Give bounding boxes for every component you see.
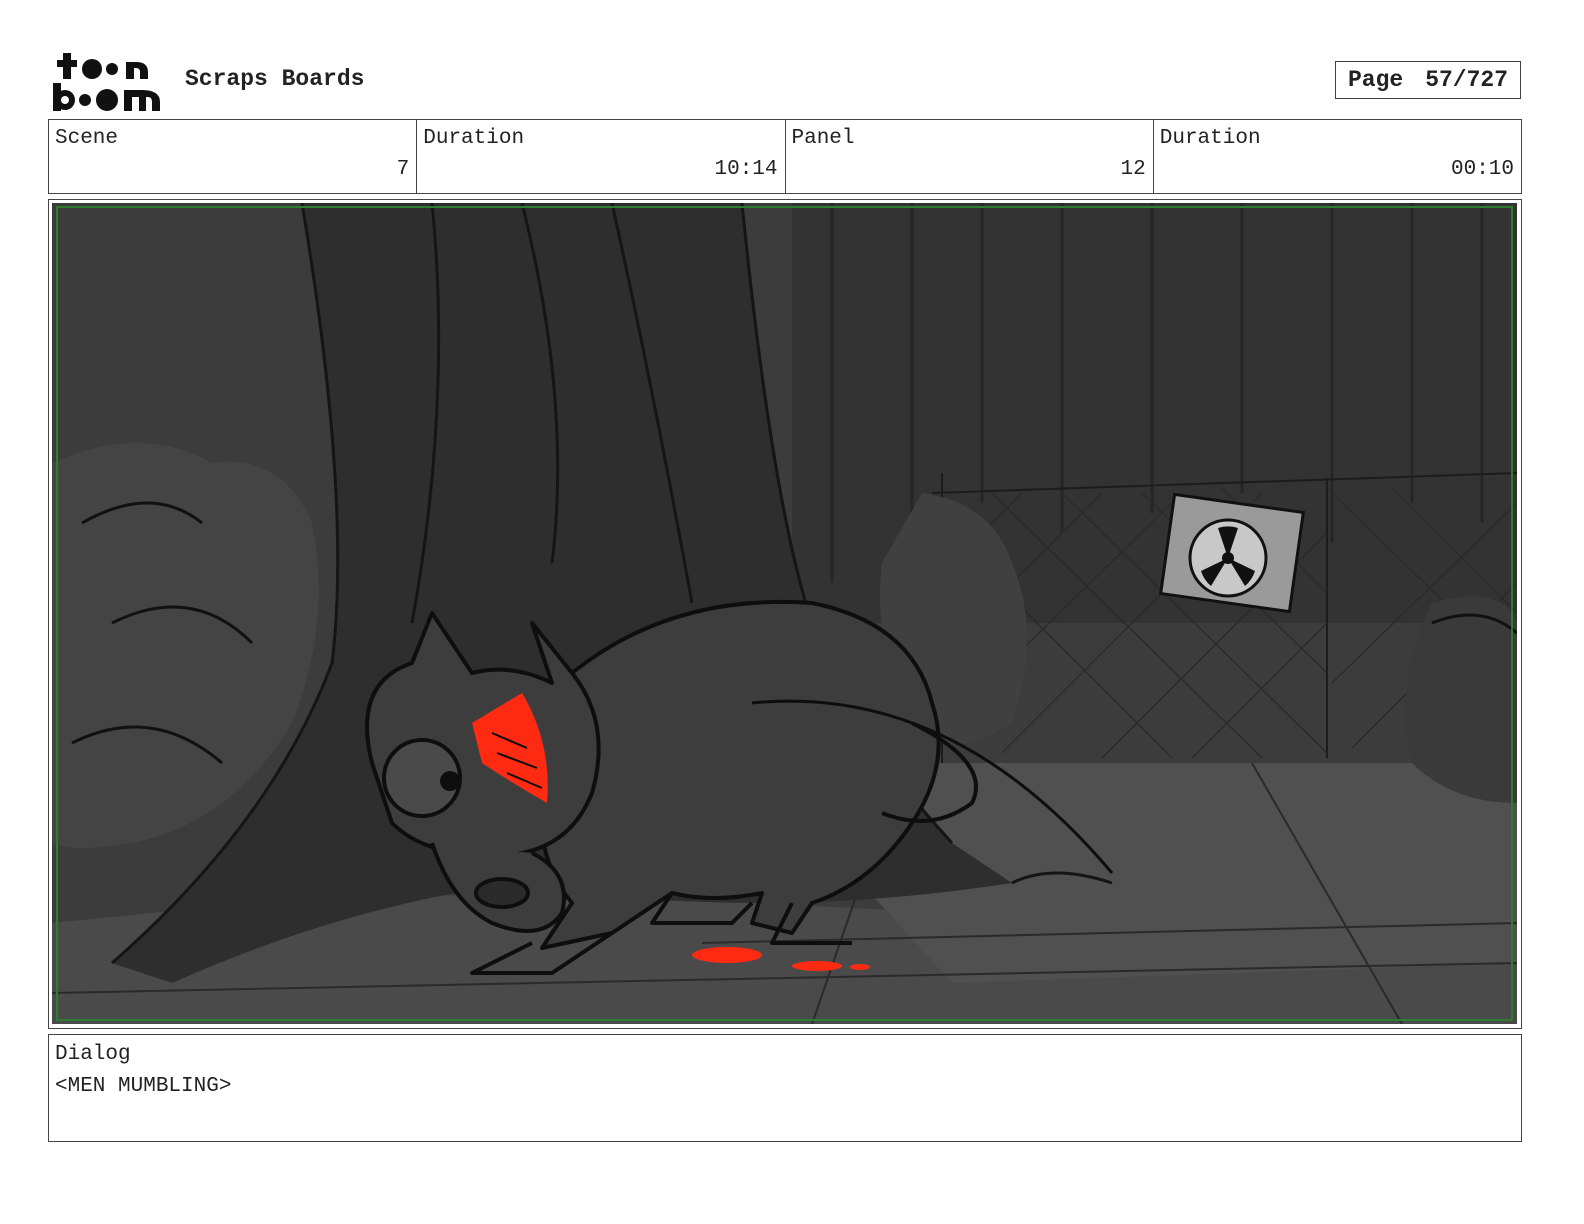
page-indicator: Page 57/727 <box>1335 61 1521 99</box>
dialog-text: <MEN MUMBLING> <box>55 1075 232 1098</box>
scene-duration-cell: Duration 10:14 <box>416 120 784 193</box>
panel-value: 12 <box>1120 158 1146 181</box>
radioactive-sign <box>1158 492 1306 614</box>
scene-duration-value: 10:14 <box>714 158 778 181</box>
panel-cell: Panel 12 <box>784 120 1153 193</box>
panel-label: Panel <box>791 127 855 150</box>
page-label: Page <box>1347 67 1404 93</box>
panel-duration-cell: Duration 00:10 <box>1152 120 1521 193</box>
dialog-box: Dialog <MEN MUMBLING> <box>48 1034 1522 1142</box>
panel-duration-label: Duration <box>1159 127 1261 150</box>
scene-cell: Scene 7 <box>49 120 416 193</box>
dialog-label: Dialog <box>55 1043 131 1066</box>
page-number: 57/727 <box>1425 67 1509 93</box>
scene-label: Scene <box>55 127 119 150</box>
scene-value: 7 <box>396 158 410 181</box>
toonboom-logo <box>50 50 165 114</box>
scene-info-table: Scene 7 Duration 10:14 Panel 12 Duration… <box>48 119 1522 194</box>
storyboard-panel <box>48 199 1522 1029</box>
project-title: Scraps Boards <box>185 66 365 92</box>
panel-duration-value: 00:10 <box>1450 158 1514 181</box>
panel-sketch-image <box>52 203 1517 1024</box>
scene-duration-label: Duration <box>423 127 525 150</box>
